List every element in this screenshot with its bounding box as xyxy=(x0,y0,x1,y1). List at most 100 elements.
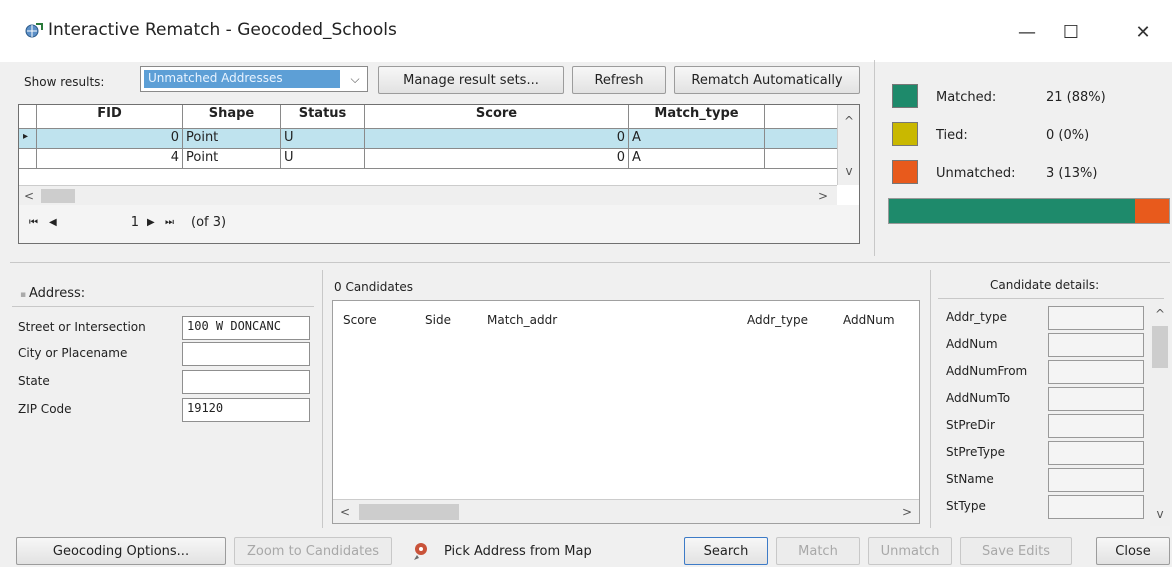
tied-label: Tied: xyxy=(936,128,968,143)
row-indicator-icon[interactable]: ▸ xyxy=(19,129,37,149)
scroll-left-icon[interactable]: < xyxy=(337,504,353,520)
unmatched-label: Unmatched: xyxy=(936,166,1016,181)
col-header-score[interactable]: Score xyxy=(365,105,629,129)
col-header-side[interactable]: Side xyxy=(425,313,451,327)
rematch-automatically-button[interactable]: Rematch Automatically xyxy=(674,66,860,94)
col-header-shape[interactable]: Shape xyxy=(183,105,281,129)
progress-unmatched xyxy=(1135,199,1169,223)
show-results-dropdown[interactable]: Unmatched Addresses ⌵ xyxy=(140,66,368,92)
scroll-up-icon[interactable]: ^ xyxy=(1152,306,1168,322)
pick-address-label[interactable]: Pick Address from Map xyxy=(444,544,592,559)
zip-label: ZIP Code xyxy=(18,402,72,416)
scroll-thumb[interactable] xyxy=(41,189,75,203)
scroll-left-icon[interactable]: < xyxy=(21,188,37,204)
save-edits-button[interactable]: Save Edits xyxy=(960,537,1072,565)
first-page-icon[interactable]: ⏮ xyxy=(29,217,38,228)
table-cell[interactable]: A xyxy=(629,149,765,169)
col-header-addr-type[interactable]: Addr_type xyxy=(747,313,808,327)
pick-address-icon[interactable] xyxy=(412,541,432,561)
detail-label: StPreDir xyxy=(946,418,995,432)
col-header-match-addr[interactable]: Match_addr xyxy=(487,313,557,327)
table-cell[interactable]: Point xyxy=(183,129,281,149)
scroll-down-icon[interactable]: v xyxy=(1152,506,1168,522)
scroll-thumb[interactable] xyxy=(359,504,459,520)
vertical-scrollbar[interactable]: ^ v xyxy=(837,105,859,185)
detail-value-field[interactable] xyxy=(1048,441,1144,465)
candidates-header: 0 Candidates xyxy=(334,280,414,294)
row-header[interactable] xyxy=(19,149,37,169)
maximize-button[interactable]: ☐ xyxy=(1048,14,1094,50)
address-header: ▪ Address: xyxy=(20,286,86,301)
detail-label: AddNumFrom xyxy=(946,364,1028,378)
separator xyxy=(10,262,1170,263)
close-window-button[interactable]: ✕ xyxy=(1120,14,1166,50)
col-header-score[interactable]: Score xyxy=(343,313,377,327)
match-progress-bar xyxy=(888,198,1170,224)
unmatched-swatch xyxy=(892,160,918,184)
scroll-thumb[interactable] xyxy=(1152,326,1168,368)
detail-label: StPreType xyxy=(946,445,1005,459)
table-cell[interactable]: U xyxy=(281,129,365,149)
street-label: Street or Intersection xyxy=(18,320,146,334)
match-button[interactable]: Match xyxy=(776,537,860,565)
street-input[interactable]: 100 W DONCANC xyxy=(182,316,310,340)
table-cell[interactable]: 0 xyxy=(365,129,629,149)
detail-value-field[interactable] xyxy=(1048,360,1144,384)
detail-value-field[interactable] xyxy=(1048,333,1144,357)
next-page-icon[interactable]: ▶ xyxy=(147,217,155,228)
table-cell[interactable]: A xyxy=(629,129,765,149)
col-header-status[interactable]: Status xyxy=(281,105,365,129)
prev-page-icon[interactable]: ◀ xyxy=(49,217,57,228)
results-grid[interactable]: FID Shape Status Score Match_type ▸ 0 Po… xyxy=(18,104,860,244)
detail-value-field[interactable] xyxy=(1048,468,1144,492)
col-header-addnum[interactable]: AddNum xyxy=(843,313,895,327)
table-cell[interactable]: 0 xyxy=(37,129,183,149)
scroll-right-icon[interactable]: > xyxy=(815,188,831,204)
detail-label: StName xyxy=(946,472,994,486)
zip-input[interactable]: 19120 xyxy=(182,398,310,422)
matched-swatch xyxy=(892,84,918,108)
vertical-scrollbar[interactable]: ^ v xyxy=(1150,300,1170,526)
detail-value-field[interactable] xyxy=(1048,495,1144,519)
scroll-right-icon[interactable]: > xyxy=(899,504,915,520)
pager: ⏮ ◀ 1 ▶ ⏭ (of 3) xyxy=(19,205,859,243)
separator xyxy=(322,270,323,528)
search-button[interactable]: Search xyxy=(684,537,768,565)
page-number[interactable]: 1 xyxy=(79,215,139,230)
show-results-value: Unmatched Addresses xyxy=(144,70,340,88)
minimize-button[interactable]: — xyxy=(1004,14,1050,50)
table-cell[interactable]: 4 xyxy=(37,149,183,169)
last-page-icon[interactable]: ⏭ xyxy=(165,217,174,228)
geocoding-options-button[interactable]: Geocoding Options... xyxy=(16,537,226,565)
table-cell[interactable]: Point xyxy=(183,149,281,169)
detail-value-field[interactable] xyxy=(1048,387,1144,411)
col-header-fid[interactable]: FID xyxy=(37,105,183,129)
candidate-details-header: Candidate details: xyxy=(990,278,1100,292)
table-cell[interactable]: U xyxy=(281,149,365,169)
candidates-grid[interactable]: Score Side Match_addr Addr_type AddNum <… xyxy=(332,300,920,524)
table-cell[interactable]: 0 xyxy=(365,149,629,169)
tied-swatch xyxy=(892,122,918,146)
unmatch-button[interactable]: Unmatch xyxy=(868,537,952,565)
tied-value: 0 (0%) xyxy=(1046,128,1090,143)
horizontal-scrollbar[interactable]: < > xyxy=(19,185,837,205)
scroll-up-icon[interactable]: ^ xyxy=(841,113,857,129)
page-count: (of 3) xyxy=(191,215,227,230)
app-icon xyxy=(24,22,44,40)
close-button[interactable]: Close xyxy=(1096,537,1170,565)
refresh-button[interactable]: Refresh xyxy=(572,66,666,94)
city-input[interactable] xyxy=(182,342,310,366)
detail-label: StType xyxy=(946,499,986,513)
horizontal-scrollbar[interactable]: < > xyxy=(333,499,919,523)
detail-label: AddNum xyxy=(946,337,998,351)
zoom-to-candidates-button[interactable]: Zoom to Candidates xyxy=(234,537,392,565)
manage-result-sets-button[interactable]: Manage result sets... xyxy=(378,66,564,94)
separator xyxy=(12,306,314,307)
matched-label: Matched: xyxy=(936,90,997,105)
detail-value-field[interactable] xyxy=(1048,414,1144,438)
state-input[interactable] xyxy=(182,370,310,394)
scroll-down-icon[interactable]: v xyxy=(841,163,857,179)
unmatched-value: 3 (13%) xyxy=(1046,166,1098,181)
col-header-match-type[interactable]: Match_type xyxy=(629,105,765,129)
detail-value-field[interactable] xyxy=(1048,306,1144,330)
